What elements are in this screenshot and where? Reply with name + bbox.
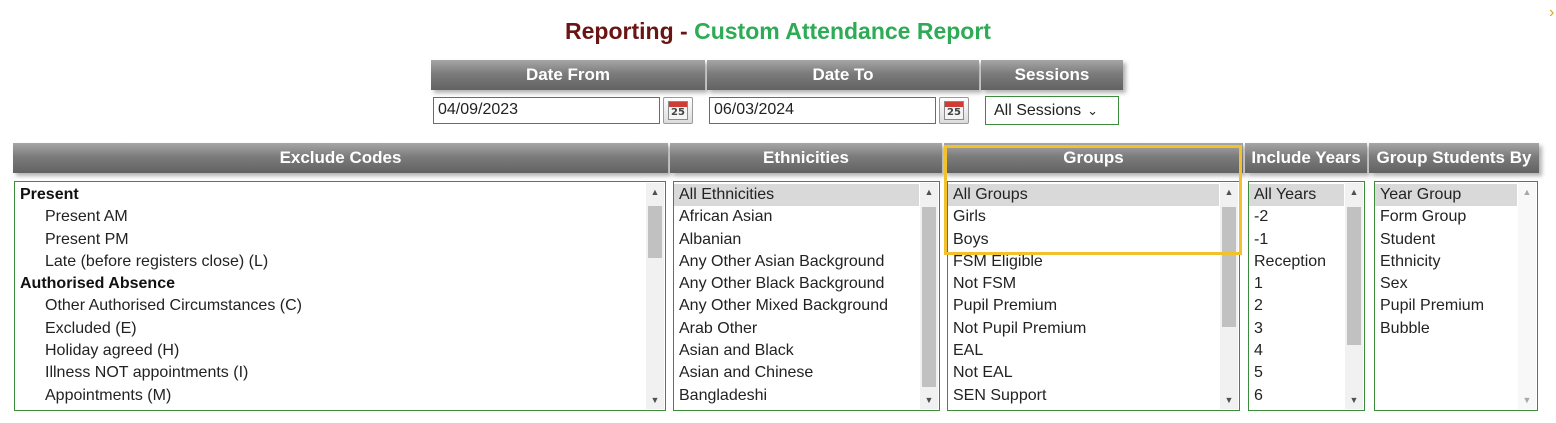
include-years-list[interactable]: All Years -2 -1 Reception 1 2 3 4 5 6 ▲ … xyxy=(1248,181,1365,411)
scrollbar[interactable]: ▲ ▼ xyxy=(646,183,664,409)
list-item[interactable]: Pupil Premium xyxy=(948,295,1219,317)
list-item[interactable]: Pupil Premium xyxy=(1375,295,1517,317)
list-item[interactable]: Late (before registers close) (L) xyxy=(15,251,645,273)
sessions-header: Sessions xyxy=(981,60,1123,90)
list-item[interactable]: EAL xyxy=(948,340,1219,362)
list-item[interactable]: All Years xyxy=(1249,184,1344,207)
scroll-down-arrow-icon[interactable]: ▼ xyxy=(1220,391,1238,409)
scroll-down-arrow-icon[interactable]: ▼ xyxy=(1345,391,1363,409)
list-item[interactable]: Bangladeshi xyxy=(674,385,919,407)
calendar-icon-day: 25 xyxy=(947,107,961,118)
list-item[interactable]: Asian and Black xyxy=(674,340,919,362)
list-item[interactable]: Present PM xyxy=(15,229,645,251)
date-from-header: Date From xyxy=(431,60,705,90)
scrollbar-thumb[interactable] xyxy=(1347,207,1361,345)
scroll-down-arrow-icon[interactable]: ▼ xyxy=(1518,391,1536,409)
include-years-header: Include Years xyxy=(1245,143,1367,173)
list-item[interactable]: 3 xyxy=(1249,318,1344,340)
scroll-up-arrow-icon[interactable]: ▲ xyxy=(1518,183,1536,201)
list-item[interactable]: Any Other Mixed Background xyxy=(674,295,919,317)
date-from-calendar-button[interactable]: 25 xyxy=(663,97,693,124)
scroll-down-arrow-icon[interactable]: ▼ xyxy=(920,391,938,409)
ethnicities-list[interactable]: All Ethnicities African Asian Albanian A… xyxy=(673,181,940,411)
list-item[interactable]: Present xyxy=(15,184,645,206)
sessions-select[interactable]: All Sessions ⌄ xyxy=(985,96,1119,125)
list-item[interactable]: -2 xyxy=(1249,206,1344,228)
list-item[interactable]: SEN Support xyxy=(948,385,1219,407)
list-item[interactable]: Form Group xyxy=(1375,206,1517,228)
list-item[interactable]: Student xyxy=(1375,229,1517,251)
list-item[interactable]: Holiday agreed (H) xyxy=(15,340,645,362)
list-item[interactable]: Any Other Black Background xyxy=(674,273,919,295)
group-students-by-header: Group Students By xyxy=(1369,143,1539,173)
exclude-codes-header: Exclude Codes xyxy=(13,143,668,173)
list-item[interactable]: Not FSM xyxy=(948,273,1219,295)
list-item[interactable]: All Ethnicities xyxy=(674,184,919,207)
ethnicities-header: Ethnicities xyxy=(670,143,942,173)
list-item[interactable]: Present AM xyxy=(15,206,645,228)
list-item[interactable]: Arab Other xyxy=(674,318,919,340)
group-students-by-list[interactable]: Year Group Form Group Student Ethnicity … xyxy=(1374,181,1538,411)
calendar-icon: 25 xyxy=(668,101,688,120)
page-title: Reporting - Custom Attendance Report xyxy=(0,18,1556,45)
list-item[interactable]: 5 xyxy=(1249,362,1344,384)
date-from-input[interactable]: 04/09/2023 xyxy=(433,97,660,124)
list-item[interactable]: Year Group xyxy=(1375,184,1517,207)
scroll-up-arrow-icon[interactable]: ▲ xyxy=(646,183,664,201)
list-item[interactable]: African Asian xyxy=(674,206,919,228)
scrollbar[interactable]: ▲ ▼ xyxy=(1518,183,1536,409)
sessions-select-value: All Sessions xyxy=(994,101,1082,119)
list-item[interactable]: Reception xyxy=(1249,251,1344,273)
list-item[interactable]: Appointments (M) xyxy=(15,385,645,407)
date-to-header: Date To xyxy=(707,60,979,90)
list-item[interactable]: 1 xyxy=(1249,273,1344,295)
groups-highlight-box xyxy=(944,145,1242,255)
chevron-down-icon: ⌄ xyxy=(1087,102,1099,118)
list-item[interactable]: Sex xyxy=(1375,273,1517,295)
list-item[interactable]: Any Other Asian Background xyxy=(674,251,919,273)
date-to-input[interactable]: 06/03/2024 xyxy=(709,97,936,124)
scroll-down-arrow-icon[interactable]: ▼ xyxy=(646,391,664,409)
list-item[interactable]: Excluded (E) xyxy=(15,318,645,340)
list-item[interactable]: Other Authorised Circumstances (C) xyxy=(15,295,645,317)
list-item[interactable]: Authorised Absence xyxy=(15,273,645,295)
date-to-calendar-button[interactable]: 25 xyxy=(939,97,969,124)
list-item[interactable]: Asian and Chinese xyxy=(674,362,919,384)
exclude-codes-list[interactable]: Present Present AM Present PM Late (befo… xyxy=(14,181,666,411)
list-item[interactable]: Albanian xyxy=(674,229,919,251)
list-item[interactable]: Not EAL xyxy=(948,362,1219,384)
scroll-up-arrow-icon[interactable]: ▲ xyxy=(920,183,938,201)
page-title-main: Custom Attendance Report xyxy=(694,18,991,44)
list-item[interactable]: Bubble xyxy=(1375,318,1517,340)
list-item[interactable]: -1 xyxy=(1249,229,1344,251)
scroll-up-arrow-icon[interactable]: ▲ xyxy=(1345,183,1363,201)
list-item[interactable]: Not Pupil Premium xyxy=(948,318,1219,340)
page-title-prefix: Reporting - xyxy=(565,18,695,44)
list-item[interactable]: Illness NOT appointments (I) xyxy=(15,362,645,384)
scrollbar-thumb[interactable] xyxy=(922,207,936,387)
scrollbar[interactable]: ▲ ▼ xyxy=(920,183,938,409)
scrollbar[interactable]: ▲ ▼ xyxy=(1345,183,1363,409)
list-item[interactable]: 6 xyxy=(1249,385,1344,407)
list-item[interactable]: Ethnicity xyxy=(1375,251,1517,273)
corner-mark-icon: › xyxy=(1549,4,1555,21)
calendar-icon: 25 xyxy=(944,101,964,120)
list-item[interactable]: 4 xyxy=(1249,340,1344,362)
scrollbar-thumb[interactable] xyxy=(648,206,662,258)
list-item[interactable]: 2 xyxy=(1249,295,1344,317)
calendar-icon-day: 25 xyxy=(671,107,685,118)
